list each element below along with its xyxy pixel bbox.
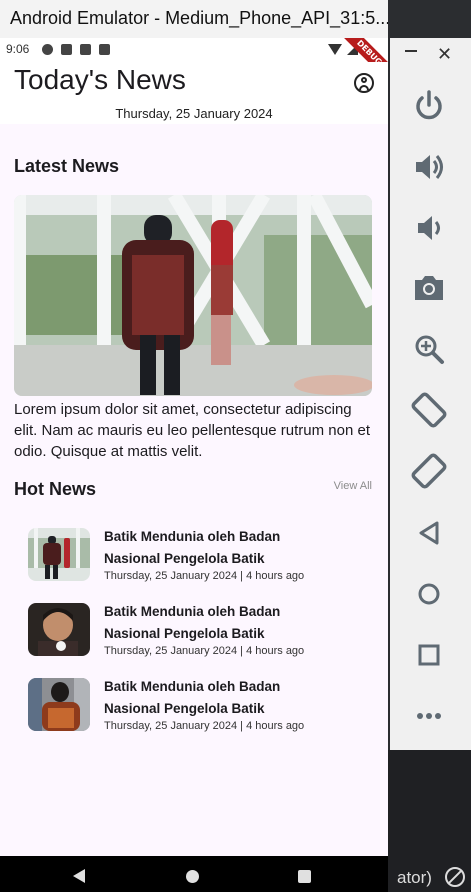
news-thumbnail bbox=[28, 603, 90, 656]
device-screen: 9:06 DEBUG Today's News Thursday, 25 Jan… bbox=[0, 38, 388, 856]
date-label: Thursday, 25 January 2024 bbox=[115, 106, 273, 121]
latest-news-image[interactable] bbox=[14, 195, 372, 396]
notification-icon bbox=[61, 44, 72, 55]
emulator-window: Android Emulator - Medium_Phone_API_31:5… bbox=[0, 0, 388, 892]
window-title: Android Emulator - Medium_Phone_API_31:5… bbox=[0, 0, 388, 38]
minimize-icon[interactable] bbox=[405, 50, 417, 52]
news-thumbnail bbox=[28, 528, 90, 581]
status-bar: 9:06 DEBUG bbox=[0, 38, 388, 83]
hot-news-item[interactable]: Batik Mendunia oleh Badan Nasional Penge… bbox=[28, 528, 368, 586]
hot-news-heading: Hot News bbox=[14, 479, 97, 499]
emulator-tab-label[interactable]: ator) bbox=[397, 868, 432, 888]
rotate-right-icon[interactable] bbox=[410, 452, 448, 490]
volume-down-icon[interactable] bbox=[410, 209, 448, 247]
hot-news-meta: Thursday, 25 January 2024 | 4 hours ago bbox=[104, 720, 305, 732]
zoom-icon[interactable] bbox=[410, 330, 448, 368]
sd-card-icon bbox=[99, 44, 110, 55]
shield-icon bbox=[80, 44, 91, 55]
profile-icon[interactable] bbox=[354, 73, 374, 93]
volume-up-icon[interactable] bbox=[410, 148, 448, 186]
view-all-button[interactable]: View All bbox=[334, 480, 372, 492]
rotate-left-icon[interactable] bbox=[410, 391, 448, 429]
system-nav-bar bbox=[0, 856, 388, 892]
hot-news-item[interactable]: Batik Mendunia oleh Badan Nasional Penge… bbox=[28, 678, 368, 736]
close-icon[interactable]: ✕ bbox=[437, 46, 452, 64]
latest-news-description: Lorem ipsum dolor sit amet, consectetur … bbox=[14, 401, 371, 460]
home-icon[interactable] bbox=[186, 870, 199, 883]
screen-root: Android Emulator - Medium_Phone_API_31:5… bbox=[0, 0, 471, 892]
wifi-icon bbox=[328, 44, 342, 55]
camera-icon[interactable] bbox=[410, 269, 448, 307]
disabled-icon[interactable] bbox=[445, 867, 465, 887]
hot-news-title: Batik Mendunia oleh Badan Nasional Penge… bbox=[104, 604, 281, 641]
back-icon[interactable] bbox=[73, 869, 85, 883]
hot-news-item[interactable]: Batik Mendunia oleh Badan Nasional Penge… bbox=[28, 603, 368, 661]
latest-news-heading: Latest News bbox=[14, 156, 120, 176]
power-icon[interactable] bbox=[410, 87, 448, 125]
settings-icon bbox=[42, 44, 53, 55]
recents-icon[interactable] bbox=[298, 870, 311, 883]
overview-icon[interactable] bbox=[410, 636, 448, 674]
back-icon[interactable] bbox=[410, 514, 448, 552]
page-title: Today's News bbox=[14, 64, 186, 95]
hot-news-meta: Thursday, 25 January 2024 | 4 hours ago bbox=[104, 570, 305, 582]
hot-news-meta: Thursday, 25 January 2024 | 4 hours ago bbox=[104, 645, 305, 657]
status-icons bbox=[42, 44, 110, 55]
more-icon[interactable] bbox=[410, 697, 448, 735]
hot-news-title: Batik Mendunia oleh Badan Nasional Penge… bbox=[104, 679, 281, 716]
status-time: 9:06 bbox=[6, 42, 30, 56]
home-icon[interactable] bbox=[410, 575, 448, 613]
app-bar: Today's News Thursday, 25 January 2024 bbox=[0, 62, 388, 124]
hot-news-title: Batik Mendunia oleh Badan Nasional Penge… bbox=[104, 529, 281, 566]
news-thumbnail bbox=[28, 678, 90, 731]
